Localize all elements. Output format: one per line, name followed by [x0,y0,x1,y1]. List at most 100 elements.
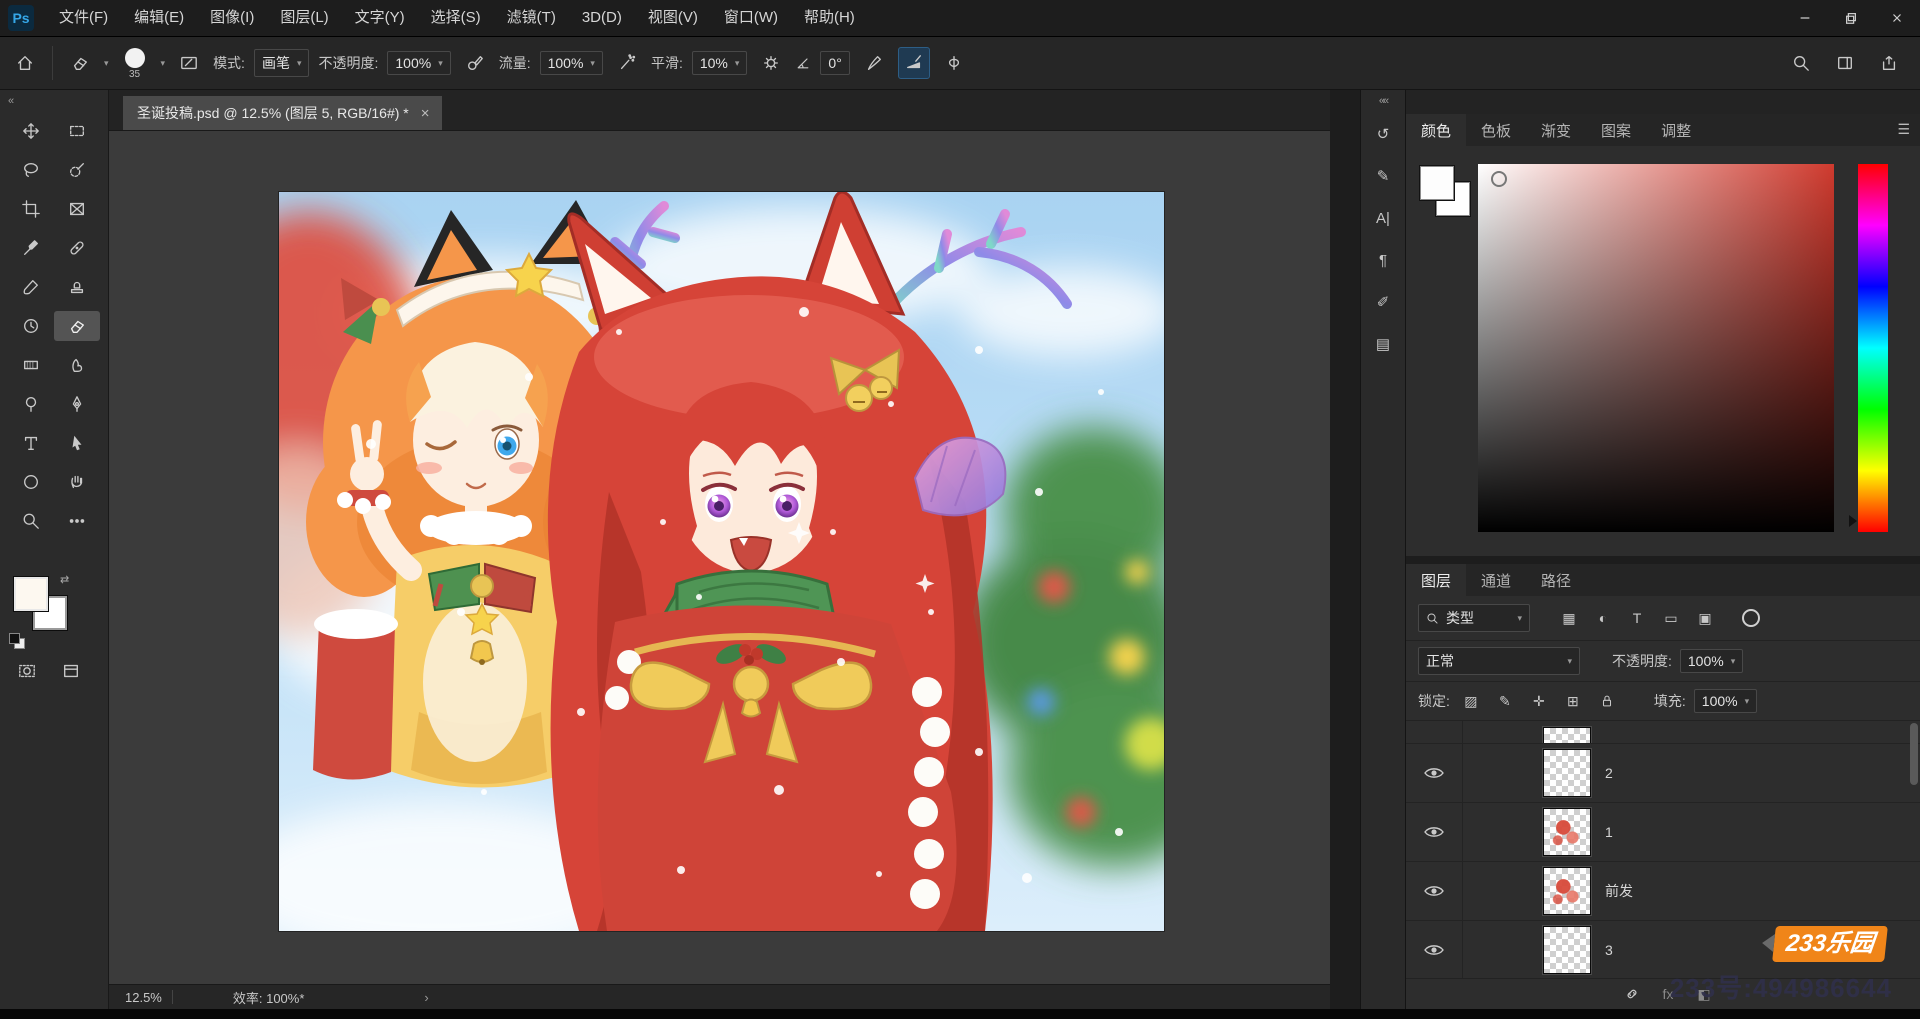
tab-paths[interactable]: 路径 [1526,564,1586,596]
tab-layers[interactable]: 图层 [1406,564,1466,596]
menu-view[interactable]: 视图(V) [635,0,711,36]
dodge-tool-button[interactable] [8,389,54,419]
lock-image-pixels-icon[interactable]: ✎ [1492,690,1518,712]
flow-dropdown[interactable]: 100%▾ [540,51,603,75]
clone-stamp-tool-button[interactable] [54,272,100,302]
share-button[interactable] [1874,48,1904,78]
quick-selection-tool-button[interactable] [54,155,100,185]
crop-tool-button[interactable] [8,194,54,224]
menu-window[interactable]: 窗口(W) [711,0,791,36]
foreground-color-swatch[interactable] [1420,166,1454,200]
filter-smart-objects-icon[interactable]: ▣ [1692,607,1718,629]
layer-thumbnail[interactable] [1543,867,1591,915]
filter-type-layers-icon[interactable]: T [1624,607,1650,629]
current-tool-preset[interactable] [65,48,95,78]
paint-symmetry-toggle[interactable] [939,48,969,78]
visibility-toggle[interactable] [1406,744,1463,802]
minimize-button[interactable] [1782,0,1828,36]
character-panel-icon[interactable]: A| [1366,203,1400,233]
layer-thumbnail[interactable] [1543,727,1591,744]
swap-colors-icon[interactable]: ⇄ [60,573,69,586]
zoom-level-field[interactable]: 12.5% [109,990,172,1005]
shape-tool-button[interactable] [8,467,54,497]
layer-name[interactable]: 3 [1605,942,1613,958]
visibility-toggle[interactable] [1406,921,1463,978]
layer-row[interactable]: 前发 [1406,862,1920,921]
menu-layer[interactable]: 图层(L) [267,0,341,36]
marquee-tool-button[interactable] [54,116,100,146]
layer-opacity-dropdown[interactable]: 100% ▾ [1680,649,1743,673]
layer-row[interactable]: 2 [1406,744,1920,803]
pen-tool-button[interactable] [54,389,100,419]
hand-tool-button[interactable] [54,467,100,497]
lock-all-icon[interactable] [1594,690,1620,712]
tab-patterns[interactable]: 图案 [1586,114,1646,146]
brush-tool-button[interactable] [8,272,54,302]
eraser-tool-button[interactable] [54,311,100,341]
tab-swatches[interactable]: 色板 [1466,114,1526,146]
search-button[interactable] [1786,48,1816,78]
lock-position-icon[interactable]: ✛ [1526,690,1552,712]
tab-adjustments[interactable]: 调整 [1646,114,1706,146]
smoothing-dropdown[interactable]: 10%▾ [692,51,748,75]
layers-scrollbar[interactable] [1910,723,1918,970]
history-brush-tool-button[interactable] [8,311,54,341]
menu-3d[interactable]: 3D(D) [569,0,635,36]
zoom-tool-button[interactable] [8,506,54,536]
brush-settings-panel-icon[interactable]: ✎ [1366,161,1400,191]
edit-toolbar-button[interactable] [54,506,100,536]
workspace-switcher-button[interactable] [1830,48,1860,78]
healing-brush-tool-button[interactable] [54,233,100,263]
hue-slider[interactable] [1858,164,1888,532]
filter-adjustment-layers-icon[interactable]: ◐ [1590,607,1616,629]
link-layers-icon[interactable] [1622,983,1642,1005]
layer-name[interactable]: 2 [1605,765,1613,781]
visibility-toggle[interactable] [1406,803,1463,861]
path-selection-tool-button[interactable] [54,428,100,458]
restore-button[interactable] [1828,0,1874,36]
menu-type[interactable]: 文字(Y) [342,0,418,36]
scrollbar-thumb[interactable] [1910,723,1918,785]
pressure-opacity-toggle[interactable] [460,48,490,78]
move-tool-button[interactable] [8,116,54,146]
canvas-pasteboard[interactable] [109,131,1330,984]
brush-preset-picker[interactable]: 35 [118,48,152,80]
brushes-panel-icon[interactable]: ✐ [1366,287,1400,317]
canvas-artwork[interactable] [279,192,1164,931]
frame-tool-button[interactable] [54,194,100,224]
erase-to-history-toggle[interactable] [859,48,889,78]
chevron-down-icon[interactable]: ▾ [104,58,109,69]
color-field-cursor[interactable] [1491,171,1507,187]
expand-panels-icon[interactable]: «« [1379,95,1387,107]
menu-image[interactable]: 图像(I) [197,0,267,36]
document-tab[interactable]: 圣诞投稿.psd @ 12.5% (图层 5, RGB/16#) * × [123,96,442,130]
layer-thumbnail[interactable] [1543,808,1591,856]
layer-name[interactable]: 1 [1605,824,1613,840]
eyedropper-tool-button[interactable] [8,233,54,263]
pressure-size-toggle[interactable] [898,47,930,79]
layer-row-clipped[interactable] [1406,721,1920,744]
brush-settings-panel-toggle[interactable] [174,48,204,78]
visibility-cell[interactable] [1406,721,1463,743]
filter-pixel-layers-icon[interactable]: ▦ [1556,607,1582,629]
efficiency-indicator[interactable]: 效率: 100%* [233,988,305,1007]
toolbar-collapse-icon[interactable]: « [8,95,12,107]
menu-filter[interactable]: 滤镜(T) [494,0,569,36]
panel-menu-icon[interactable]: ☰ [1897,121,1910,138]
close-button[interactable] [1874,0,1920,36]
screen-mode-button[interactable] [58,659,84,683]
lasso-tool-button[interactable] [8,155,54,185]
layer-filter-toggle[interactable] [1742,609,1760,627]
layer-row[interactable]: 1 [1406,803,1920,862]
paragraph-panel-icon[interactable]: ¶ [1366,245,1400,275]
layer-name[interactable]: 前发 [1605,881,1633,901]
smudge-tool-button[interactable] [54,350,100,380]
menu-file[interactable]: 文件(F) [46,0,121,36]
filter-shape-layers-icon[interactable]: ▭ [1658,607,1684,629]
layer-thumbnail[interactable] [1543,749,1591,797]
layer-thumbnail[interactable] [1543,926,1591,974]
chevron-down-icon[interactable]: ▾ [161,58,166,69]
fill-dropdown[interactable]: 100% ▾ [1694,689,1757,713]
lock-artboard-icon[interactable]: ⊞ [1560,690,1586,712]
menu-select[interactable]: 选择(S) [418,0,494,36]
